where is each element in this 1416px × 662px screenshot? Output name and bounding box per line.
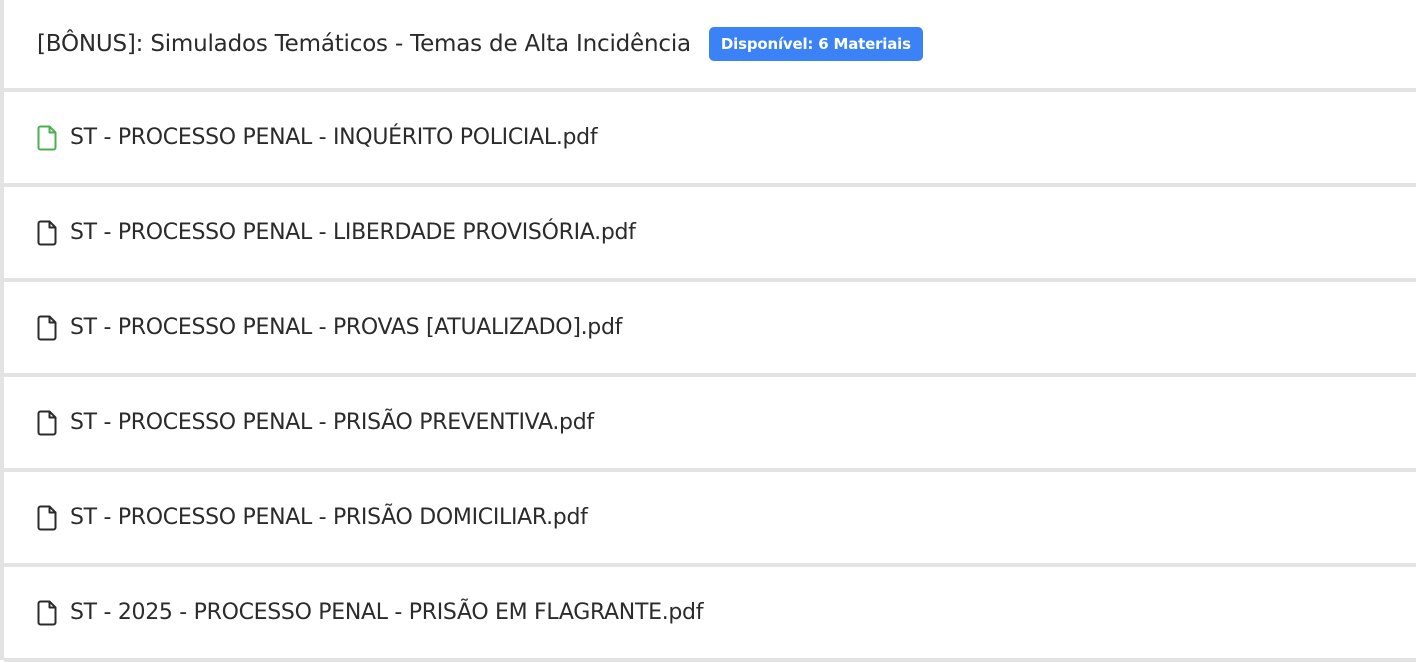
materials-count-badge: Disponível: 6 Materiais bbox=[708, 27, 923, 61]
file-name: ST - PROCESSO PENAL - LIBERDADE PROVISÓR… bbox=[70, 220, 636, 245]
file-icon bbox=[37, 505, 57, 530]
file-item[interactable]: ST - PROCESSO PENAL - PRISÃO PREVENTIVA.… bbox=[4, 377, 1416, 472]
file-name: ST - PROCESSO PENAL - PRISÃO PREVENTIVA.… bbox=[70, 410, 594, 435]
file-item[interactable]: ST - PROCESSO PENAL - PRISÃO DOMICILIAR.… bbox=[4, 472, 1416, 567]
file-item[interactable]: ST - PROCESSO PENAL - LIBERDADE PROVISÓR… bbox=[4, 187, 1416, 282]
file-item[interactable]: ST - PROCESSO PENAL - PROVAS [ATUALIZADO… bbox=[4, 282, 1416, 377]
file-icon bbox=[37, 315, 57, 340]
section-header: [BÔNUS]: Simulados Temáticos - Temas de … bbox=[4, 0, 1416, 92]
file-item[interactable]: ST - PROCESSO PENAL - INQUÉRITO POLICIAL… bbox=[4, 92, 1416, 187]
file-name: ST - PROCESSO PENAL - PROVAS [ATUALIZADO… bbox=[70, 315, 623, 340]
file-icon bbox=[37, 600, 57, 625]
file-icon bbox=[37, 220, 57, 245]
materials-panel: [BÔNUS]: Simulados Temáticos - Temas de … bbox=[0, 0, 1416, 662]
section-title: [BÔNUS]: Simulados Temáticos - Temas de … bbox=[37, 31, 691, 57]
file-name: ST - 2025 - PROCESSO PENAL - PRISÃO EM F… bbox=[70, 600, 704, 625]
file-icon bbox=[37, 125, 57, 150]
file-name: ST - PROCESSO PENAL - PRISÃO DOMICILIAR.… bbox=[70, 505, 588, 530]
file-name: ST - PROCESSO PENAL - INQUÉRITO POLICIAL… bbox=[70, 125, 598, 150]
file-item[interactable]: ST - 2025 - PROCESSO PENAL - PRISÃO EM F… bbox=[4, 567, 1416, 662]
file-icon bbox=[37, 410, 57, 435]
